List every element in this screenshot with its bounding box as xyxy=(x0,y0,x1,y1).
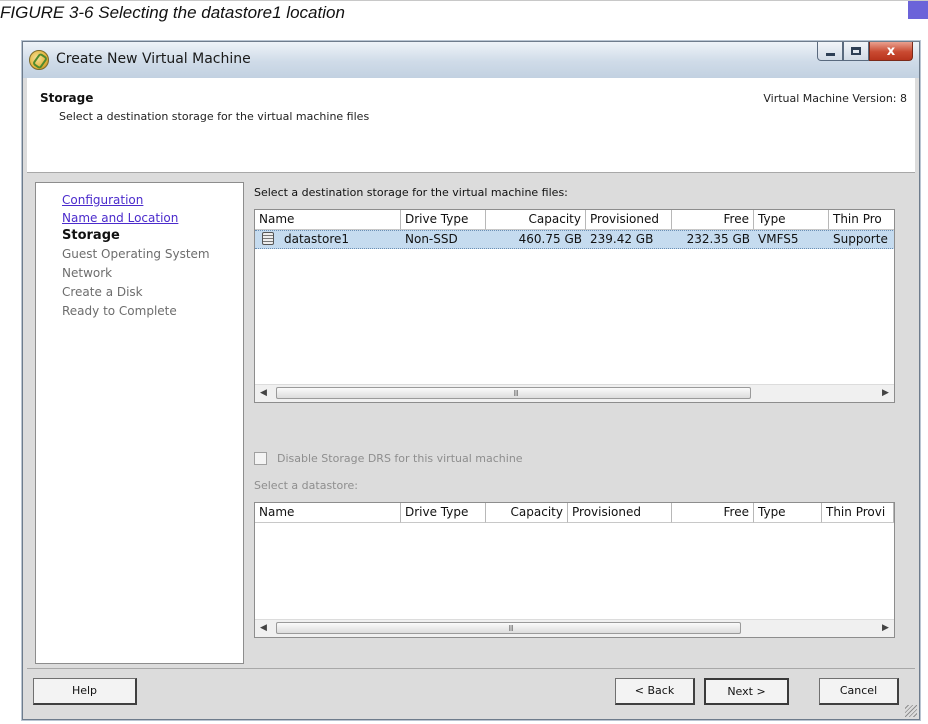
minimize-icon xyxy=(825,52,835,56)
cell-type: VMFS5 xyxy=(758,232,799,246)
datastore-table: Name Drive Type Capacity Provisioned Fre… xyxy=(254,502,895,638)
column-type: Type xyxy=(754,503,822,523)
close-icon: x xyxy=(886,43,896,59)
storage-horizontal-scrollbar[interactable]: ◀ III ▶ xyxy=(255,384,894,402)
storage-content: Select a destination storage for the vir… xyxy=(252,182,912,662)
cell-drive-type: Non-SSD xyxy=(405,232,458,246)
column-free: Free xyxy=(672,503,754,523)
scroll-grip: III xyxy=(513,389,519,398)
help-button[interactable]: Help xyxy=(33,678,137,705)
select-datastore-label: Select a datastore: xyxy=(254,479,358,492)
page-title: Storage xyxy=(40,91,94,105)
scroll-left-icon[interactable]: ◀ xyxy=(255,620,272,637)
column-type[interactable]: Type xyxy=(754,210,829,230)
resize-grip-icon[interactable] xyxy=(905,705,917,717)
column-thin-provisioning: Thin Provi xyxy=(822,503,894,523)
vm-version-label: Virtual Machine Version: 8 xyxy=(763,92,907,105)
window-controls: x xyxy=(817,42,913,64)
datastore-horizontal-scrollbar[interactable]: ◀ III ▶ xyxy=(255,619,894,637)
scroll-left-icon[interactable]: ◀ xyxy=(255,385,272,402)
step-guest-os: Guest Operating System xyxy=(62,247,210,261)
wizard-header: Storage Select a destination storage for… xyxy=(27,78,915,173)
column-name: Name xyxy=(255,503,401,523)
datastore-table-header: Name Drive Type Capacity Provisioned Fre… xyxy=(255,503,894,523)
step-storage: Storage xyxy=(62,228,120,243)
title-bar[interactable]: Create New Virtual Machine x xyxy=(23,42,919,78)
disable-drs-checkbox xyxy=(254,452,267,465)
figure-caption-text: FIGURE 3-6 Selecting the datastore1 loca… xyxy=(0,3,345,22)
minimize-button[interactable] xyxy=(817,42,843,61)
disable-drs-checkbox-row: Disable Storage DRS for this virtual mac… xyxy=(254,452,523,465)
column-provisioned[interactable]: Provisioned xyxy=(586,210,672,230)
scroll-thumb[interactable]: III xyxy=(276,387,751,399)
step-ready-to-complete: Ready to Complete xyxy=(62,304,177,318)
maximize-icon xyxy=(851,47,861,55)
cancel-button[interactable]: Cancel xyxy=(819,678,899,705)
column-drive-type[interactable]: Drive Type xyxy=(401,210,486,230)
window-title: Create New Virtual Machine xyxy=(56,51,251,67)
column-drive-type: Drive Type xyxy=(401,503,486,523)
datastore-icon xyxy=(262,232,274,245)
column-capacity[interactable]: Capacity xyxy=(486,210,586,230)
footer-divider xyxy=(27,668,915,669)
page-subtitle: Select a destination storage for the vir… xyxy=(59,110,370,123)
create-vm-dialog: Create New Virtual Machine x Storage Sel… xyxy=(22,41,920,720)
scroll-right-icon[interactable]: ▶ xyxy=(877,620,894,637)
storage-table-header: Name Drive Type Capacity Provisioned Fre… xyxy=(255,210,894,230)
destination-storage-label: Select a destination storage for the vir… xyxy=(254,186,568,199)
cell-name: datastore1 xyxy=(255,231,401,248)
wizard-steps-panel: Configuration Name and Location Storage … xyxy=(35,182,244,664)
cell-capacity: 460.75 GB xyxy=(518,232,582,246)
scroll-grip: III xyxy=(508,624,514,633)
next-button[interactable]: Next > xyxy=(704,678,789,705)
disable-drs-label: Disable Storage DRS for this virtual mac… xyxy=(277,452,523,465)
close-button[interactable]: x xyxy=(869,42,913,61)
step-configuration[interactable]: Configuration xyxy=(62,193,143,207)
scroll-thumb[interactable]: III xyxy=(276,622,741,634)
step-network: Network xyxy=(62,266,113,280)
cell-provisioned: 239.42 GB xyxy=(590,232,654,246)
vsphere-app-icon xyxy=(29,50,49,70)
step-create-disk: Create a Disk xyxy=(62,285,143,299)
table-row[interactable]: datastore1 Non-SSD 460.75 GB 239.42 GB 2… xyxy=(255,230,894,249)
scroll-right-icon[interactable]: ▶ xyxy=(877,385,894,402)
column-free[interactable]: Free xyxy=(672,210,754,230)
column-thin-provisioning[interactable]: Thin Pro xyxy=(829,210,894,230)
cell-free: 232.35 GB xyxy=(686,232,750,246)
maximize-button[interactable] xyxy=(843,42,869,61)
column-provisioned: Provisioned xyxy=(568,503,672,523)
storage-table: Name Drive Type Capacity Provisioned Fre… xyxy=(254,209,895,403)
column-name[interactable]: Name xyxy=(255,210,401,230)
back-button[interactable]: < Back xyxy=(615,678,695,705)
step-name-and-location[interactable]: Name and Location xyxy=(62,211,178,225)
column-capacity: Capacity xyxy=(486,503,568,523)
caption-accent-bar xyxy=(908,1,928,19)
datastore-name: datastore1 xyxy=(284,232,350,246)
cell-thin-provisioning: Supporte xyxy=(833,232,888,246)
figure-caption: FIGURE 3-6 Selecting the datastore1 loca… xyxy=(0,0,928,23)
